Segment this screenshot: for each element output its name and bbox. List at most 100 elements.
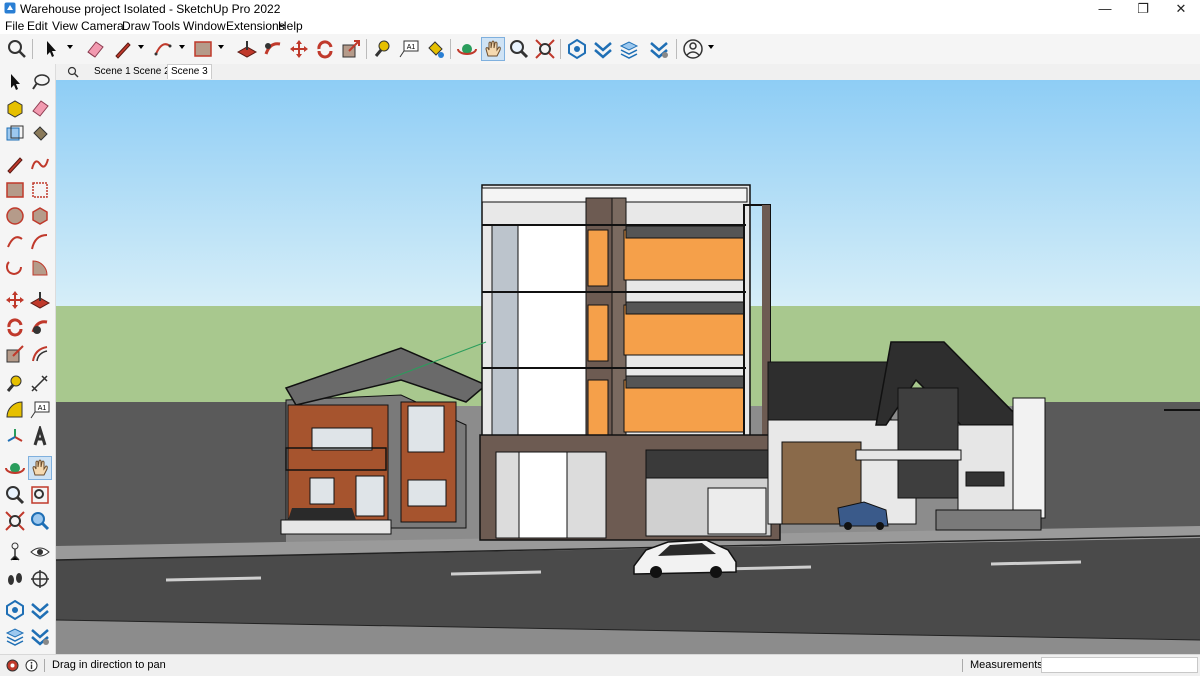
- status-bar: Drag in direction to pan Measurements: [0, 654, 1200, 676]
- three-point-arc-icon[interactable]: [4, 257, 26, 279]
- pan-hand-icon[interactable]: [481, 37, 505, 61]
- line-icon[interactable]: [4, 153, 26, 175]
- status-separator: [44, 659, 45, 672]
- arc-icon[interactable]: [152, 38, 174, 60]
- paint-bucket-icon[interactable]: [29, 123, 51, 145]
- pan-hand-icon[interactable]: [28, 456, 52, 480]
- rectangle-icon[interactable]: [4, 179, 26, 201]
- lasso-select-icon[interactable]: [29, 71, 51, 93]
- pencil-line-icon[interactable]: [112, 38, 134, 60]
- zoom-window-icon[interactable]: [29, 484, 51, 506]
- extension-warehouse-icon[interactable]: [29, 599, 51, 621]
- axes-icon[interactable]: [4, 426, 26, 448]
- push-pull-icon[interactable]: [29, 289, 51, 311]
- rotate-icon[interactable]: [4, 316, 26, 338]
- menu-bar: File Edit View Camera Draw Tools Window …: [0, 18, 1200, 34]
- zoom-icon[interactable]: [508, 38, 530, 60]
- extension-manager-icon[interactable]: [648, 38, 670, 60]
- move-icon[interactable]: [288, 38, 310, 60]
- menu-help[interactable]: Help: [278, 19, 303, 33]
- tab-scene-1[interactable]: Scene 1: [91, 65, 134, 79]
- close-button[interactable]: ✕: [1164, 0, 1198, 18]
- protractor-icon[interactable]: [4, 399, 26, 421]
- measurements-input[interactable]: [1041, 657, 1198, 673]
- 3d-warehouse-icon[interactable]: [566, 38, 588, 60]
- search-icon[interactable]: [67, 66, 79, 78]
- menu-file[interactable]: File: [5, 19, 24, 33]
- account-dropdown-caret[interactable]: [708, 45, 714, 49]
- model-viewport[interactable]: [56, 80, 1200, 654]
- menu-extensions[interactable]: Extensions: [226, 19, 285, 33]
- select-dropdown-caret[interactable]: [67, 45, 73, 49]
- dimension-icon[interactable]: [29, 373, 51, 395]
- move-icon[interactable]: [4, 289, 26, 311]
- scale-icon[interactable]: [340, 38, 362, 60]
- select-arrow-icon[interactable]: [40, 38, 62, 60]
- restore-button[interactable]: ❐: [1126, 0, 1160, 18]
- tape-measure-icon[interactable]: [4, 373, 26, 395]
- rectangle-icon[interactable]: [192, 38, 214, 60]
- orbit-icon[interactable]: [456, 38, 478, 60]
- extension-manager-icon[interactable]: [29, 625, 51, 647]
- menu-draw[interactable]: Draw: [122, 19, 150, 33]
- zoom-extents-icon[interactable]: [534, 38, 556, 60]
- user-account-icon[interactable]: [682, 38, 704, 60]
- extension-warehouse-icon[interactable]: [592, 38, 614, 60]
- search-icon[interactable]: [6, 38, 28, 60]
- rotated-rectangle-icon[interactable]: [29, 179, 51, 201]
- large-tool-set-toolbar: A1: [0, 64, 56, 654]
- measurements-label: Measurements: [970, 659, 1043, 671]
- menu-view[interactable]: View: [52, 19, 78, 33]
- circle-icon[interactable]: [4, 205, 26, 227]
- walk-footprints-icon[interactable]: [4, 568, 26, 590]
- polygon-icon[interactable]: [29, 205, 51, 227]
- menu-camera[interactable]: Camera: [81, 19, 124, 33]
- select-arrow-icon[interactable]: [4, 71, 26, 93]
- zoom-extents-icon[interactable]: [4, 510, 26, 532]
- 3d-warehouse-icon[interactable]: [4, 599, 26, 621]
- offset-icon[interactable]: [29, 343, 51, 365]
- line-dropdown-caret[interactable]: [138, 45, 144, 49]
- arc-dropdown-caret[interactable]: [179, 45, 185, 49]
- freehand-icon[interactable]: [29, 153, 51, 175]
- zoom-icon[interactable]: [4, 484, 26, 506]
- arc-icon[interactable]: [4, 231, 26, 253]
- follow-me-icon[interactable]: [29, 316, 51, 338]
- menu-window[interactable]: Window: [183, 19, 226, 33]
- pie-icon[interactable]: [29, 257, 51, 279]
- menu-edit[interactable]: Edit: [27, 19, 48, 33]
- scale-icon[interactable]: [4, 343, 26, 365]
- text-label-icon[interactable]: A1: [398, 38, 420, 60]
- tape-measure-icon[interactable]: [372, 38, 394, 60]
- follow-me-icon[interactable]: [262, 38, 284, 60]
- title-bar: Warehouse project Isolated - SketchUp Pr…: [0, 0, 1200, 18]
- paint-bucket-icon[interactable]: [424, 38, 446, 60]
- toolbar-separator: [450, 39, 451, 59]
- text-icon[interactable]: A1: [29, 399, 51, 421]
- shape-dropdown-caret[interactable]: [218, 45, 224, 49]
- eraser-icon[interactable]: [29, 97, 51, 119]
- status-separator: [962, 659, 963, 672]
- look-around-icon[interactable]: [29, 541, 51, 563]
- position-camera-icon[interactable]: [4, 541, 26, 563]
- push-pull-icon[interactable]: [236, 38, 258, 60]
- status-hint: Drag in direction to pan: [52, 659, 166, 671]
- minimize-button[interactable]: —: [1088, 0, 1122, 18]
- svg-text:A1: A1: [38, 405, 47, 412]
- orbit-icon[interactable]: [4, 457, 26, 479]
- make-group-icon[interactable]: [4, 123, 26, 145]
- menu-tools[interactable]: Tools: [152, 19, 180, 33]
- previous-view-icon[interactable]: [29, 510, 51, 532]
- rotate-icon[interactable]: [314, 38, 336, 60]
- layout-send-icon[interactable]: [4, 625, 26, 647]
- tab-scene-3[interactable]: Scene 3: [167, 64, 212, 79]
- window-title: Warehouse project Isolated - SketchUp Pr…: [20, 2, 281, 16]
- info-icon[interactable]: [25, 659, 38, 672]
- layout-send-icon[interactable]: [618, 38, 640, 60]
- 3d-text-icon[interactable]: [29, 426, 51, 448]
- section-plane-icon[interactable]: [29, 568, 51, 590]
- make-component-icon[interactable]: [4, 97, 26, 119]
- eraser-icon[interactable]: [84, 38, 106, 60]
- two-point-arc-icon[interactable]: [29, 231, 51, 253]
- geo-location-icon[interactable]: [6, 659, 19, 672]
